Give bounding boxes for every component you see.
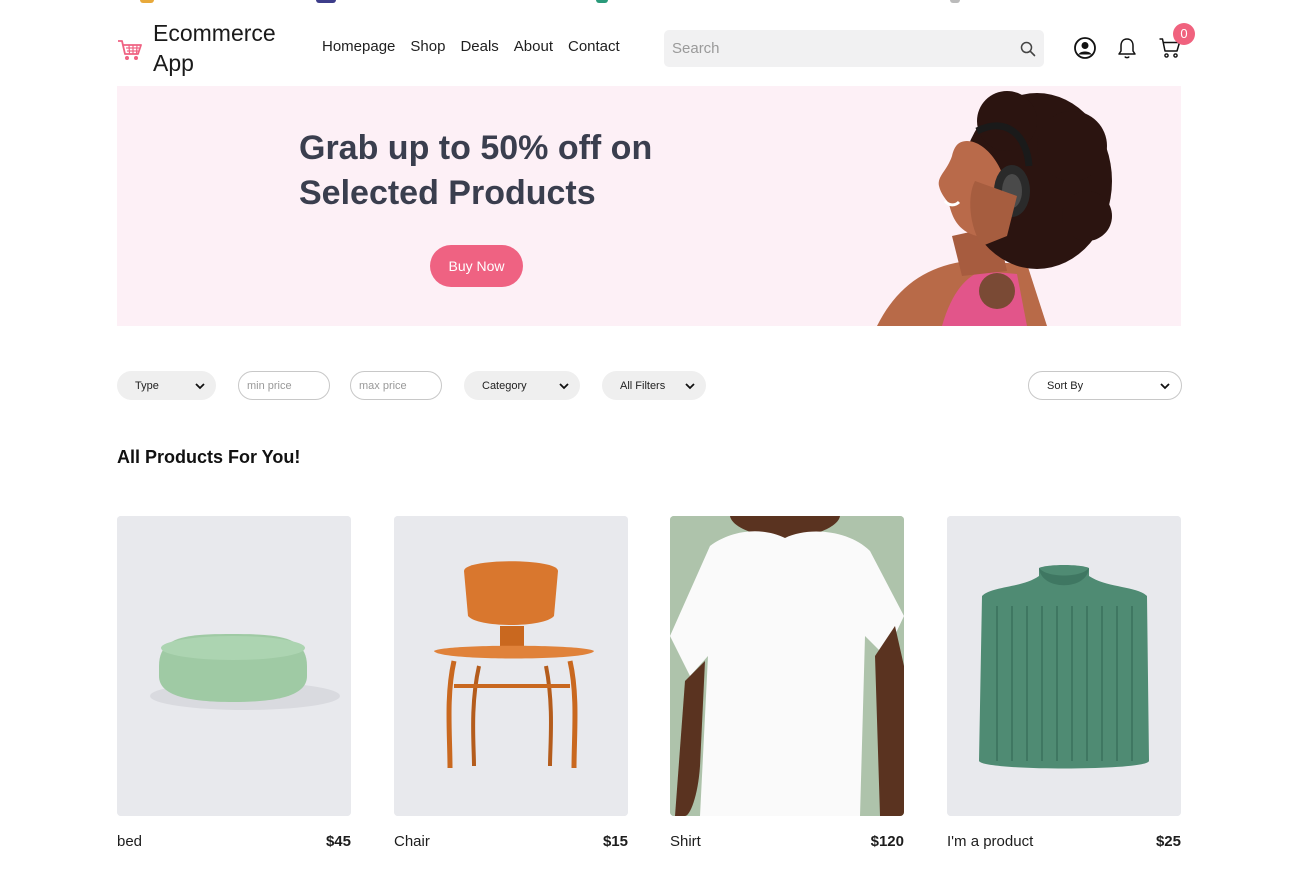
search-input[interactable] <box>672 40 1020 57</box>
hero-title: Grab up to 50% off on Selected Products <box>299 129 653 212</box>
min-price-input[interactable]: min price <box>238 371 330 400</box>
product-card[interactable]: bed $45 <box>117 516 351 850</box>
bell-icon[interactable] <box>1115 36 1139 60</box>
product-price: $45 <box>325 833 351 850</box>
main-nav: Homepage Shop Deals About Contact <box>322 38 620 55</box>
sort-by-select[interactable]: Sort By <box>1028 371 1182 400</box>
shirt-image <box>670 516 904 816</box>
product-price: $120 <box>870 833 904 850</box>
type-filter[interactable]: Type <box>117 371 216 400</box>
logo[interactable]: Ecommerce App <box>117 18 293 78</box>
product-name[interactable]: bed <box>117 833 142 850</box>
chevron-down-icon <box>685 382 695 389</box>
nav-shop[interactable]: Shop <box>410 38 445 55</box>
cart-logo-icon <box>118 40 142 60</box>
category-filter-label: Category <box>482 379 527 392</box>
all-filters-label: All Filters <box>620 379 666 392</box>
hero-woman-headphones-image <box>877 91 1112 326</box>
search-icon[interactable] <box>1020 41 1036 57</box>
nav-contact[interactable]: Contact <box>568 38 620 55</box>
nav-homepage[interactable]: Homepage <box>322 38 395 55</box>
products-section-title: All Products For You! <box>117 447 301 467</box>
product-name[interactable]: Shirt <box>670 833 701 850</box>
product-name[interactable]: I'm a product <box>947 833 1033 850</box>
product-card[interactable]: I'm a product $25 <box>947 516 1181 850</box>
filter-bar: Type min price max price Category All Fi… <box>117 371 1183 401</box>
product-price: $25 <box>1155 833 1181 850</box>
buy-now-button[interactable]: Buy Now <box>430 245 523 287</box>
chevron-down-icon <box>195 382 205 389</box>
sort-by-label: Sort By <box>1047 379 1084 392</box>
top-strip <box>0 0 1301 3</box>
product-card[interactable]: Chair $15 <box>394 516 628 850</box>
search-bar <box>664 30 1044 67</box>
cart-count-badge: 0 <box>1173 23 1195 45</box>
sweater-image <box>947 516 1181 816</box>
pouf-image <box>117 516 351 816</box>
product-image-sweater[interactable] <box>947 516 1181 816</box>
all-filters-button[interactable]: All Filters <box>602 371 706 400</box>
product-image-shirt[interactable] <box>670 516 904 816</box>
max-price-input[interactable]: max price <box>350 371 442 400</box>
chevron-down-icon <box>1160 382 1170 389</box>
category-filter[interactable]: Category <box>464 371 580 400</box>
chevron-down-icon <box>559 382 569 389</box>
hero-banner: Grab up to 50% off on Selected Products … <box>117 86 1181 326</box>
nav-deals[interactable]: Deals <box>460 38 498 55</box>
user-icon[interactable] <box>1073 36 1097 60</box>
product-image-bed[interactable] <box>117 516 351 816</box>
nav-about[interactable]: About <box>514 38 553 55</box>
type-filter-label: Type <box>135 379 159 392</box>
product-card[interactable]: Shirt $120 <box>670 516 904 850</box>
product-image-chair[interactable] <box>394 516 628 816</box>
app-name: Ecommerce App <box>153 20 276 76</box>
product-price: $15 <box>602 833 628 850</box>
header: Ecommerce App Homepage Shop Deals About … <box>117 18 1195 80</box>
chair-image <box>394 516 628 816</box>
product-name[interactable]: Chair <box>394 833 430 850</box>
